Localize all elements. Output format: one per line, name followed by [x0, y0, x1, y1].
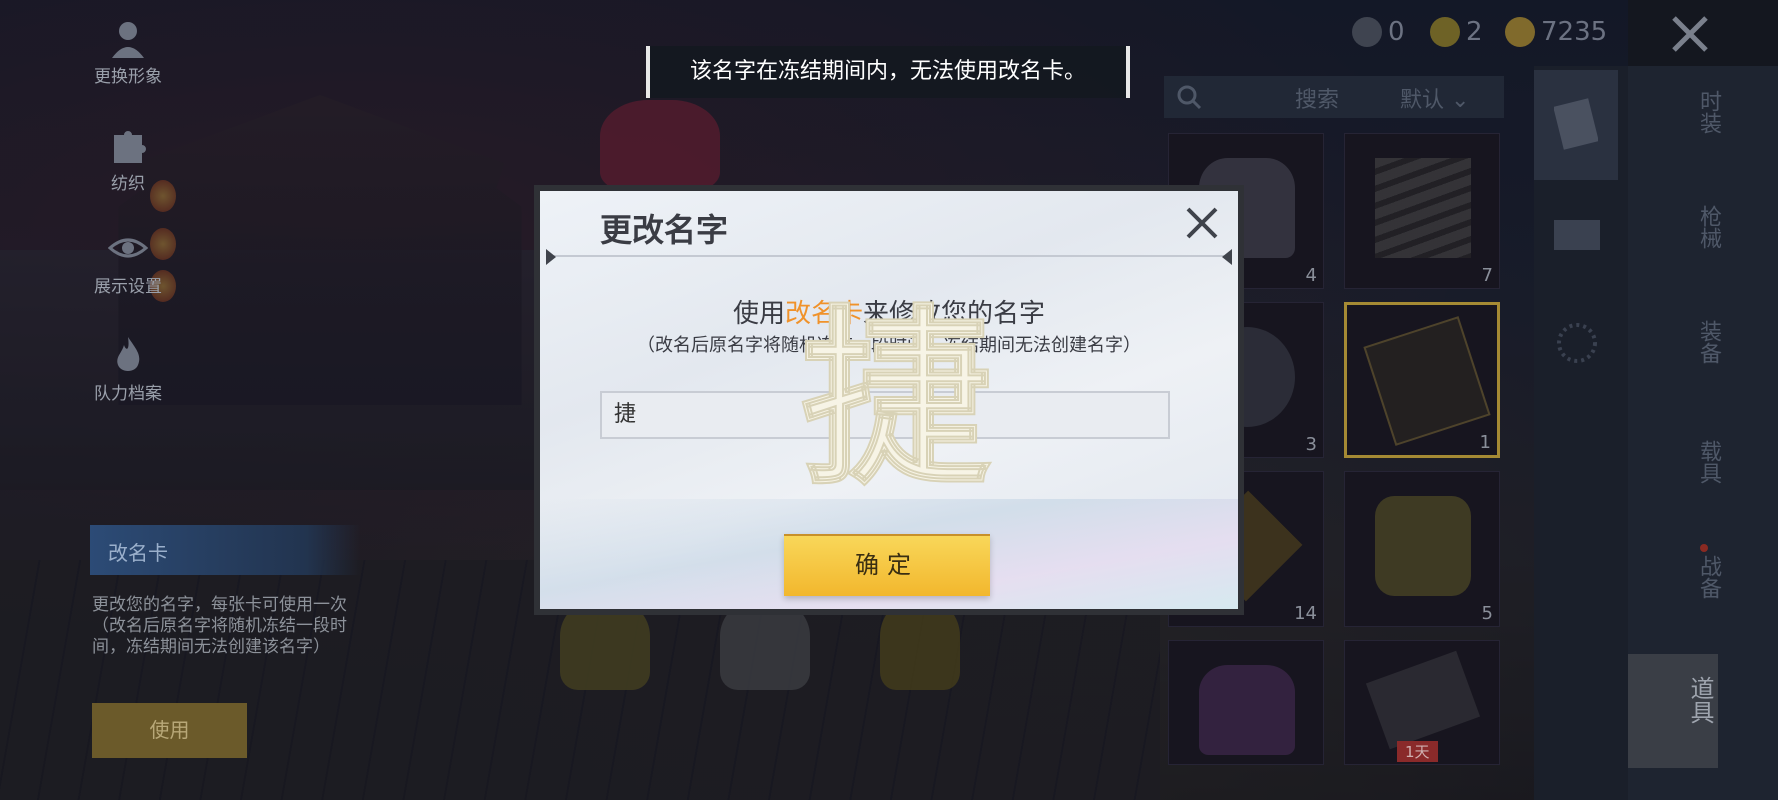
- category-equipment[interactable]: 装备: [1628, 320, 1723, 364]
- calligraphy-overlay: 捷: [800, 290, 992, 500]
- category-battle-prep[interactable]: 战备: [1628, 555, 1723, 599]
- currency-gold: 7235: [1505, 14, 1607, 50]
- search-input[interactable]: 搜索 默认 ⌄: [1164, 76, 1504, 118]
- ag-coin-icon: [1352, 17, 1382, 47]
- team-archive-button[interactable]: 队力档案: [88, 335, 168, 404]
- firework-icon: [1557, 323, 1597, 363]
- error-toast: 该名字在冻结期间内，无法使用改名卡。: [646, 46, 1130, 98]
- inventory-item[interactable]: 1天: [1344, 640, 1500, 765]
- item-count: 4: [1305, 265, 1317, 286]
- inventory-item[interactable]: 5: [1344, 471, 1500, 627]
- dialog-title: 更改名字: [600, 211, 729, 249]
- eye-icon: [108, 238, 148, 258]
- item-count: 3: [1305, 434, 1317, 455]
- item-count: 5: [1481, 603, 1493, 624]
- currency-value: 2: [1466, 17, 1483, 47]
- double-card-icon: [1365, 650, 1481, 750]
- change-appearance-button[interactable]: 更换形象: [88, 18, 168, 87]
- duration-badge: 1天: [1397, 741, 1438, 762]
- sort-dropdown[interactable]: 默认 ⌄: [1400, 82, 1469, 114]
- spring-icon: [1375, 158, 1471, 258]
- avatar-icon: [112, 22, 144, 58]
- grenade-icon: [1375, 496, 1471, 596]
- item-count: 1: [1479, 432, 1491, 453]
- category-weapons[interactable]: 枪械: [1628, 205, 1723, 249]
- subtab-box[interactable]: [1534, 180, 1618, 290]
- abc-spray-icon: [1199, 665, 1295, 755]
- category-fashion[interactable]: 时装: [1628, 90, 1723, 134]
- id-card-icon: [1363, 316, 1491, 446]
- inventory-item[interactable]: 7: [1344, 133, 1500, 289]
- currency-ag: 0: [1352, 14, 1405, 50]
- display-settings-button[interactable]: 展示设置: [88, 228, 168, 297]
- puzzle-icon: [114, 131, 146, 163]
- title-divider: [554, 255, 1224, 257]
- headline-prefix: 使用: [732, 299, 785, 329]
- flame-icon: [117, 337, 140, 371]
- close-icon[interactable]: [1182, 203, 1222, 243]
- category-items-label: 道具: [1686, 676, 1714, 724]
- category-vehicles[interactable]: 载具: [1628, 440, 1723, 484]
- subtab-firework[interactable]: [1534, 290, 1618, 400]
- menu-label: 展示设置: [94, 277, 162, 297]
- close-icon: [1672, 16, 1708, 52]
- confirm-button[interactable]: 确定: [784, 534, 990, 596]
- bp-coin-icon: [1430, 17, 1460, 47]
- selected-item-tab: 改名卡: [90, 525, 360, 575]
- overlay-char: 捷: [801, 290, 991, 500]
- use-item-button[interactable]: 使用: [92, 703, 247, 758]
- divider-notch-right: [1222, 249, 1232, 265]
- menu-label: 队力档案: [94, 384, 162, 404]
- gold-coin-icon: [1505, 17, 1535, 47]
- item-description: 更改您的名字，每张卡可使用一次（改名后原名字将随机冻结一段时间，冻结期间无法创建…: [92, 595, 347, 657]
- card-icon: [1554, 98, 1598, 150]
- textile-button[interactable]: 纺织: [88, 125, 168, 194]
- box-icon: [1554, 220, 1600, 250]
- close-warehouse-button[interactable]: [1628, 0, 1778, 66]
- sort-label: 默认: [1400, 88, 1445, 113]
- subtab-cards[interactable]: [1534, 70, 1618, 180]
- currency-value: 0: [1388, 17, 1405, 47]
- search-placeholder: 搜索: [1294, 88, 1339, 113]
- selected-item-name: 改名卡: [108, 541, 168, 565]
- search-icon: [1177, 85, 1202, 110]
- inventory-item[interactable]: [1168, 640, 1324, 765]
- item-count: 7: [1481, 265, 1493, 286]
- divider-notch-left: [546, 249, 556, 265]
- menu-label: 纺织: [111, 174, 145, 194]
- currency-value: 7235: [1541, 17, 1608, 47]
- inventory-item-selected[interactable]: 1: [1344, 302, 1500, 458]
- chevron-down-icon: ⌄: [1451, 88, 1470, 113]
- menu-label: 更换形象: [94, 67, 162, 87]
- item-count: 14: [1294, 603, 1317, 624]
- currency-bp: 2: [1430, 14, 1483, 50]
- notification-dot: [1700, 544, 1708, 552]
